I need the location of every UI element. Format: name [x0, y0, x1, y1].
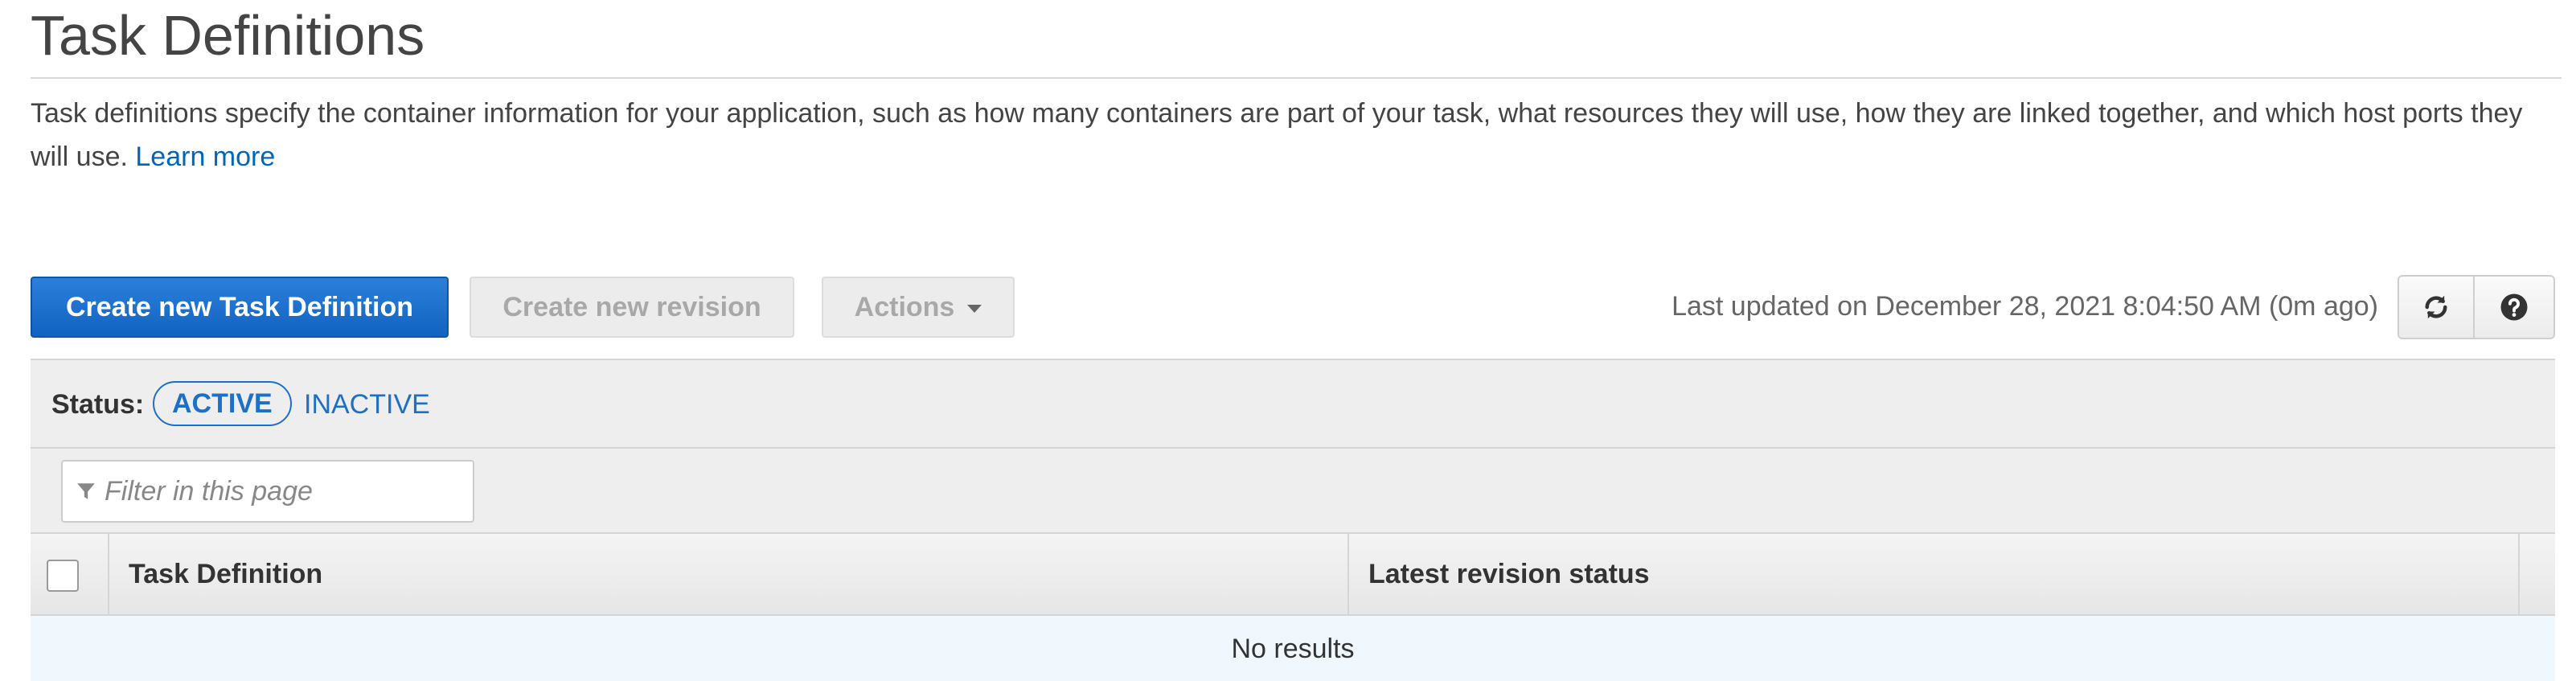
chevron-down-icon: [967, 305, 982, 313]
create-task-definition-button[interactable]: Create new Task Definition: [31, 277, 449, 338]
status-filter-row: Status: ACTIVE INACTIVE: [31, 360, 2555, 449]
status-option-active[interactable]: ACTIVE: [153, 381, 292, 426]
last-updated-text: Last updated on December 28, 2021 8:04:5…: [1672, 291, 2378, 322]
page-description: Task definitions specify the container i…: [31, 92, 2523, 178]
filter-icon: [77, 483, 95, 499]
select-all-checkbox[interactable]: [47, 560, 79, 592]
actions-label: Actions: [854, 291, 955, 322]
page-title: Task Definitions: [31, 4, 425, 67]
empty-table-message: No results: [31, 616, 2555, 681]
status-label: Status:: [51, 389, 145, 420]
help-icon: [2500, 293, 2528, 321]
help-button[interactable]: [2473, 275, 2555, 339]
filter-input[interactable]: [103, 474, 460, 508]
refresh-button[interactable]: [2398, 275, 2475, 339]
table-header: Task Definition Latest revision status: [31, 534, 2555, 616]
select-all-cell: [31, 534, 109, 614]
learn-more-link[interactable]: Learn more: [135, 142, 275, 172]
refresh-icon: [2425, 295, 2447, 319]
actions-dropdown[interactable]: Actions: [822, 277, 1015, 338]
create-revision-button[interactable]: Create new revision: [470, 277, 794, 338]
title-divider: [31, 77, 2562, 79]
column-header-latest-revision-status[interactable]: Latest revision status: [1349, 534, 2520, 614]
description-text: Task definitions specify the container i…: [31, 98, 2523, 172]
filter-row: [31, 449, 2555, 534]
task-definitions-panel: Status: ACTIVE INACTIVE Task Definition …: [31, 359, 2555, 681]
status-option-inactive[interactable]: INACTIVE: [304, 389, 430, 420]
task-definitions-page: Task Definitions Task definitions specif…: [0, 0, 2576, 681]
filter-field[interactable]: [61, 460, 474, 523]
column-header-task-definition[interactable]: Task Definition: [109, 534, 1349, 614]
